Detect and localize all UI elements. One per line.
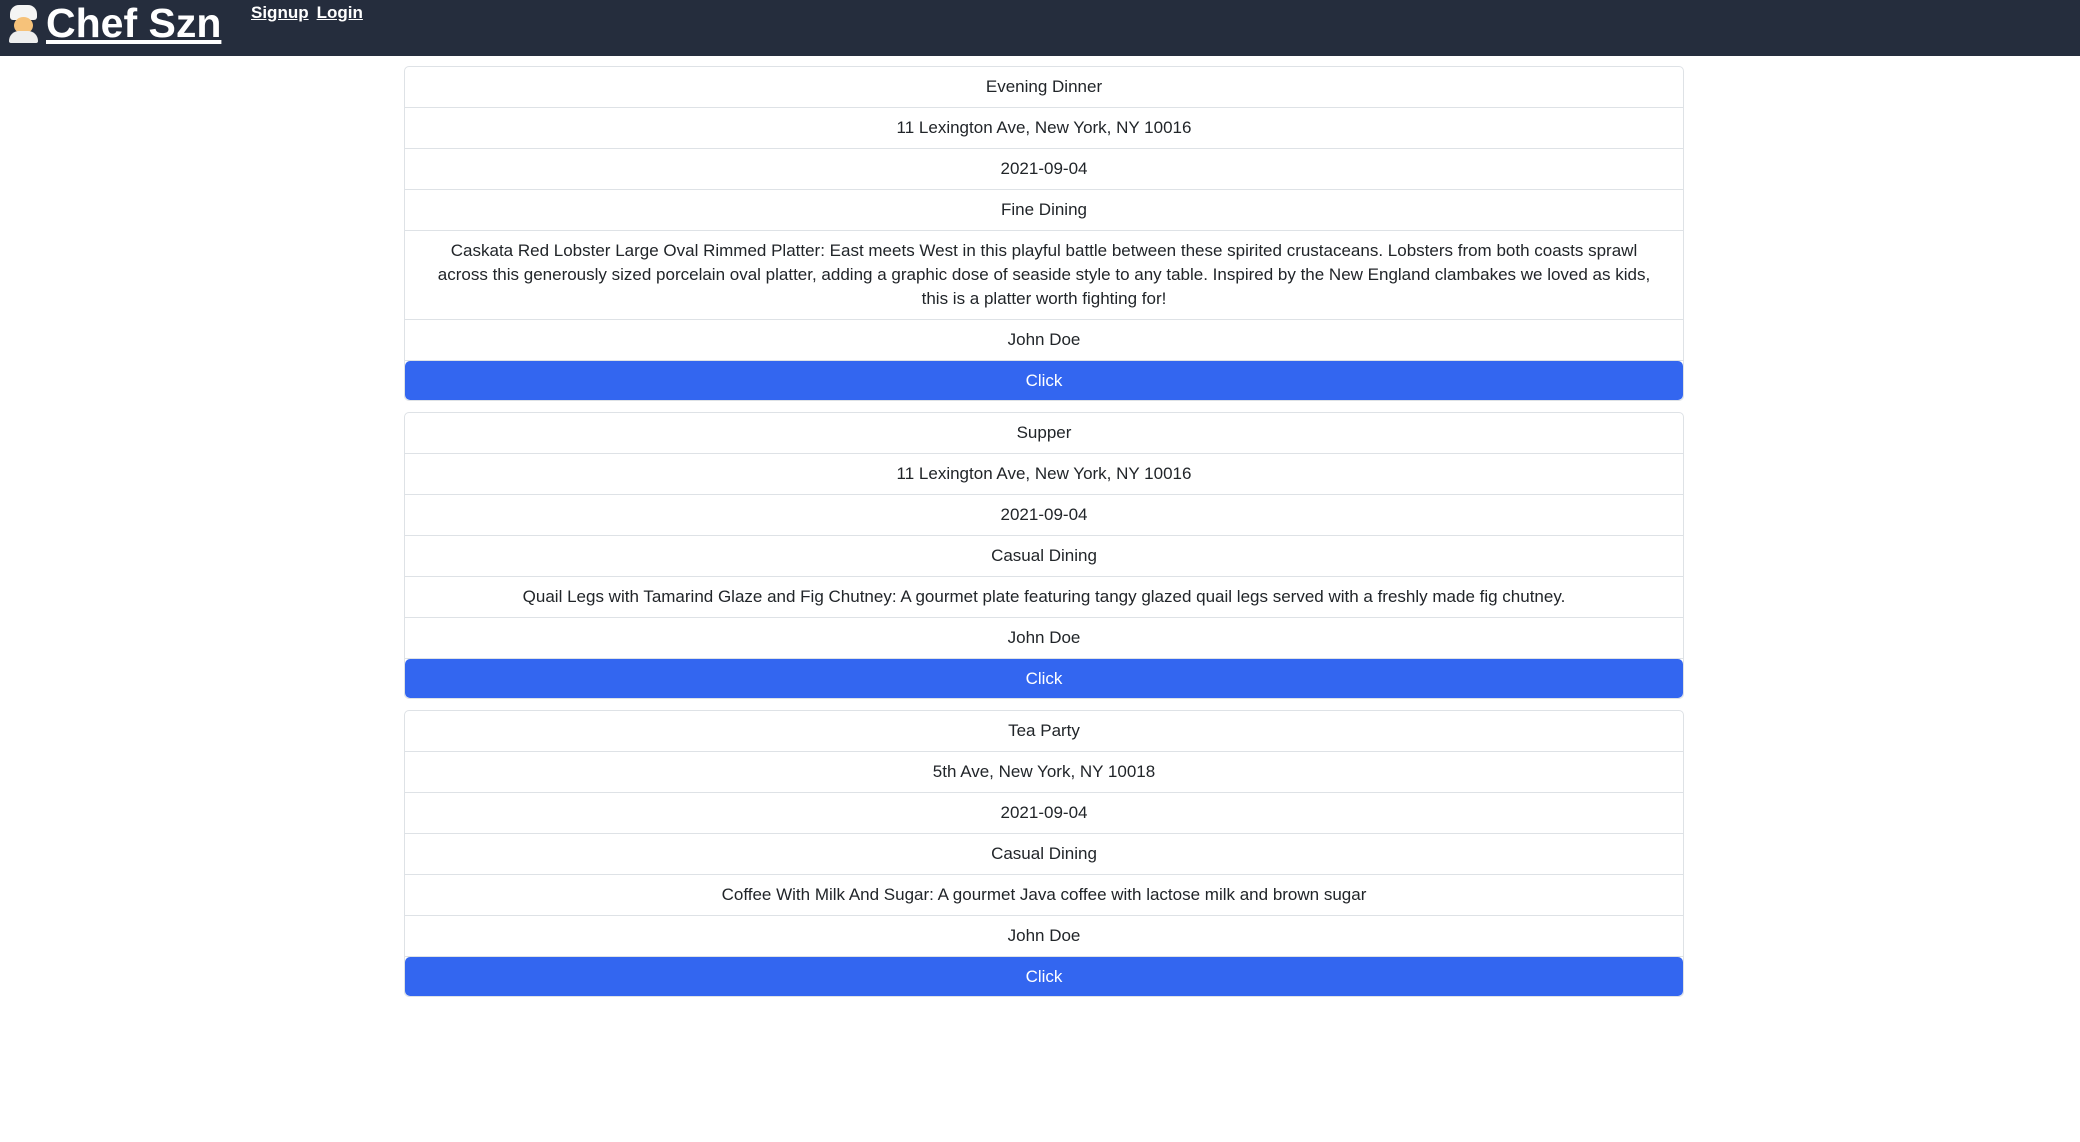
event-click-button[interactable]: Click <box>405 659 1683 698</box>
event-description: Caskata Red Lobster Large Oval Rimmed Pl… <box>405 231 1683 320</box>
event-category: Fine Dining <box>405 190 1683 231</box>
event-description: Quail Legs with Tamarind Glaze and Fig C… <box>405 577 1683 618</box>
navbar: Chef Szn Signup Login <box>0 0 2080 56</box>
event-date: 2021-09-04 <box>405 495 1683 536</box>
brand-title: Chef Szn <box>46 0 222 46</box>
event-name: Tea Party <box>405 711 1683 752</box>
event-date: 2021-09-04 <box>405 793 1683 834</box>
login-link[interactable]: Login <box>317 2 363 24</box>
event-name: Evening Dinner <box>405 67 1683 108</box>
event-list: Evening Dinner 11 Lexington Ave, New Yor… <box>404 66 1684 1008</box>
event-card: Supper 11 Lexington Ave, New York, NY 10… <box>404 412 1684 699</box>
event-host: John Doe <box>405 618 1683 659</box>
event-host: John Doe <box>405 916 1683 957</box>
nav-links: Signup Login <box>251 2 363 24</box>
event-card: Tea Party 5th Ave, New York, NY 10018 20… <box>404 710 1684 997</box>
event-address: 11 Lexington Ave, New York, NY 10016 <box>405 454 1683 495</box>
event-click-button[interactable]: Click <box>405 361 1683 400</box>
event-address: 5th Ave, New York, NY 10018 <box>405 752 1683 793</box>
event-host: John Doe <box>405 320 1683 361</box>
event-card: Evening Dinner 11 Lexington Ave, New Yor… <box>404 66 1684 401</box>
signup-link[interactable]: Signup <box>251 2 309 24</box>
event-description: Coffee With Milk And Sugar: A gourmet Ja… <box>405 875 1683 916</box>
event-address: 11 Lexington Ave, New York, NY 10016 <box>405 108 1683 149</box>
event-name: Supper <box>405 413 1683 454</box>
chef-icon <box>3 3 44 44</box>
event-click-button[interactable]: Click <box>405 957 1683 996</box>
brand-link[interactable]: Chef Szn <box>3 0 221 46</box>
event-category: Casual Dining <box>405 536 1683 577</box>
event-date: 2021-09-04 <box>405 149 1683 190</box>
event-category: Casual Dining <box>405 834 1683 875</box>
